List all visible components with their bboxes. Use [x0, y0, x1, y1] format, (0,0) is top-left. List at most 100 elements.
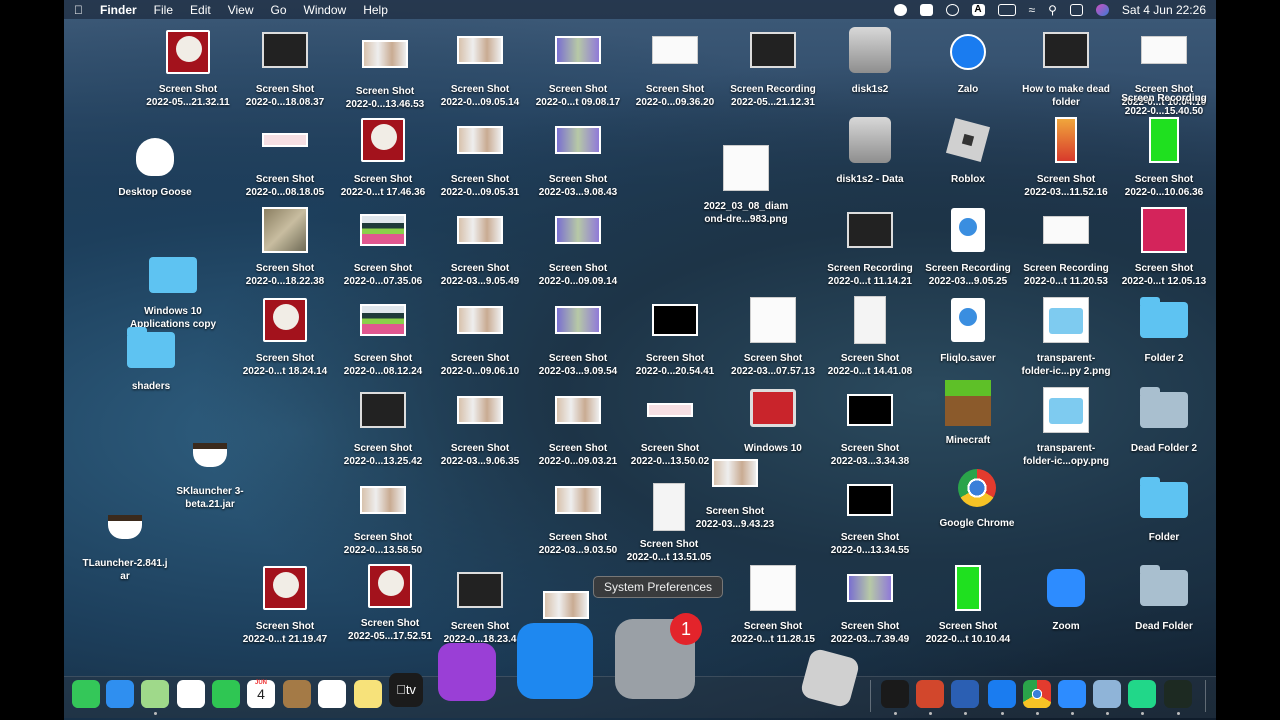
desktop-item-label[interactable]: shaders [95, 381, 207, 394]
red-thumbnail-icon[interactable] [166, 30, 210, 74]
desktop-item-label[interactable]: Screen Shot 2022-03...9.06.35 [424, 443, 536, 468]
desktop-item-label[interactable]: Screen Shot 2022-0...09.36.20 [619, 84, 731, 109]
desktop-item-label[interactable]: Screen Recording 2022-05...21.12.31 [717, 84, 829, 109]
purple-thumbnail-icon[interactable] [555, 216, 601, 244]
desktop-item-label[interactable]: Screen Shot 2022-0...09.05.31 [424, 174, 536, 199]
tall-thumbnail-icon[interactable] [653, 483, 685, 531]
greenF-thumbnail-icon[interactable] [1149, 117, 1179, 163]
desktop-item-label[interactable]: Folder [1108, 532, 1220, 545]
menu-go[interactable]: Go [271, 3, 287, 17]
desktop-item-label[interactable]: Screen Shot 2022-0...t 17.46.36 [327, 174, 439, 199]
desktop-item-label[interactable]: Screen Shot 2022-0...t 10.10.44 [912, 621, 1024, 646]
desktop-item-label[interactable]: Screen Shot 2022-0...20.54.41 [619, 353, 731, 378]
dock-pycharm-icon[interactable] [1128, 680, 1156, 708]
hdd-thumbnail-icon[interactable] [849, 27, 891, 73]
desktop-item-label[interactable]: Screen Shot 2022-0...13.25.42 [327, 443, 439, 468]
kids-thumbnail-icon[interactable] [555, 486, 601, 514]
kids-thumbnail-icon[interactable] [457, 36, 503, 64]
chrome-thumbnail-icon[interactable] [958, 469, 996, 507]
black-thumbnail-icon[interactable] [652, 304, 698, 336]
dock-photos-icon[interactable] [177, 680, 205, 708]
desktop-item-label[interactable]: Roblox [912, 174, 1024, 187]
desktop-item-label[interactable]: Dead Folder 2 [1108, 443, 1220, 456]
desktop-item-label[interactable]: Screen Shot 2022-05...21.32.11 [132, 84, 244, 109]
dock-apple-tv-icon[interactable]: tv [389, 673, 423, 707]
facetime-icon[interactable] [919, 3, 933, 16]
kids-thumbnail-icon[interactable] [712, 459, 758, 487]
menu-finder[interactable]: Finder [100, 3, 137, 17]
desktop-item-label[interactable]: Screen Shot 2022-03...9.43.23 [679, 506, 791, 531]
desktop-item-label[interactable]: Screen Shot 2022-0...09.05.14 [424, 84, 536, 109]
desktop-item-label[interactable]: Screen Shot 2022-03...07.57.13 [717, 353, 829, 378]
input-source-icon[interactable]: A [971, 3, 985, 16]
white-thumbnail-icon[interactable] [652, 36, 698, 64]
tfolder-thumbnail-icon[interactable] [1043, 297, 1089, 343]
desktop-item-label[interactable]: Screen Shot 2022-0...13.58.50 [327, 532, 439, 557]
parallels-thumbnail-icon[interactable] [750, 389, 796, 427]
desktop-item-label[interactable]: Screen Shot 2022-0...18.08.37 [229, 84, 341, 109]
apple-menu-icon[interactable]:  [74, 3, 83, 17]
dock-facetime-icon[interactable] [212, 680, 240, 708]
folder-thumbnail-icon[interactable] [1140, 477, 1188, 518]
red-thumbnail-icon[interactable] [361, 118, 405, 162]
desktop-item-label[interactable]: disk1s2 - Data [814, 174, 926, 187]
search-icon[interactable]: ⚲ [1048, 3, 1057, 17]
purple-thumbnail-icon[interactable] [555, 126, 601, 154]
red-thumbnail-icon[interactable] [263, 566, 307, 610]
desktop-item-label[interactable]: 2022_03_08_diam ond-dre...983.png [690, 201, 802, 226]
desktop-item-label[interactable]: Screen Shot 2022-03...7.39.49 [814, 621, 926, 646]
desktop-item-label[interactable]: Screen Shot 2022-0...t 21.19.47 [229, 621, 341, 646]
clock[interactable]: Sat 4 Jun 22:26 [1122, 3, 1206, 17]
kids-thumbnail-icon[interactable] [543, 591, 589, 619]
desktop-item-label[interactable]: Screen Shot 2022-03...9.08.43 [522, 174, 634, 199]
pinkgrid-thumbnail-icon[interactable] [1141, 207, 1187, 253]
desktop-item-label[interactable]: Screen Shot 2022-03...9.09.54 [522, 353, 634, 378]
desktop-item-label[interactable]: Screen Shot 2022-03...3.34.38 [814, 443, 926, 468]
desktop-item-label[interactable]: Screen Shot 2022-0...10.06.36 [1108, 174, 1220, 199]
control-center-icon[interactable] [1069, 3, 1083, 16]
desktop-item-label[interactable]: TLauncher-2.841.j ar [69, 558, 181, 583]
desktop-item-label[interactable]: Screen Recording 2022-0...t 11.20.53 [1010, 263, 1122, 288]
dock-messages-icon[interactable] [72, 680, 100, 708]
desktop-item-label[interactable]: How to make dead folder [1010, 84, 1122, 109]
red-thumbnail-icon[interactable] [368, 564, 412, 608]
desktop-item-label[interactable]: Screen Shot 2022-03...9.05.49 [424, 263, 536, 288]
tall-thumbnail-icon[interactable] [854, 296, 886, 344]
desktop-item-label[interactable]: Screen Shot 2022-0...09.06.10 [424, 353, 536, 378]
desktop-item-label[interactable]: Screen Shot 2022-0...t 09.08.17 [522, 84, 634, 109]
coffee-thumbnail-icon[interactable] [108, 515, 142, 539]
purple-thumbnail-icon[interactable] [847, 574, 893, 602]
desktop-item-label[interactable]: Screen Shot 2022-0...t 14.41.08 [814, 353, 926, 378]
desktop-item-label[interactable]: Minecraft [912, 435, 1024, 448]
gfolder-thumbnail-icon[interactable] [1140, 565, 1188, 606]
white-thumbnail-icon[interactable] [1043, 216, 1089, 244]
siri-icon[interactable] [1095, 3, 1109, 16]
zalo-thumbnail-icon[interactable] [950, 34, 986, 70]
desktop-item-label[interactable]: Screen Shot 2022-0...t 12.05.13 [1108, 263, 1220, 288]
dock-word-icon[interactable] [951, 680, 979, 708]
field-thumbnail-icon[interactable] [360, 214, 406, 246]
dock-powerpoint-icon[interactable] [916, 680, 944, 708]
desktop-item-label[interactable]: disk1s2 [814, 84, 926, 97]
mov-thumbnail-icon[interactable] [951, 298, 985, 342]
desktop-item-label[interactable]: Screen Recording 2022-0...15.40.50 [1108, 93, 1220, 118]
purple-thumbnail-icon[interactable] [555, 36, 601, 64]
green-thumbnail-icon[interactable] [955, 565, 981, 611]
dock-contacts-icon[interactable] [283, 680, 311, 708]
desktop-item-label[interactable]: Screen Shot 2022-0...09.09.14 [522, 263, 634, 288]
menu-help[interactable]: Help [363, 3, 388, 17]
desktop-item-label[interactable]: Desktop Goose [99, 187, 211, 200]
desktop-item-label[interactable]: Screen Shot 2022-0...t 13.51.05 [613, 539, 725, 564]
kids-thumbnail-icon[interactable] [457, 396, 503, 424]
desktop-item-label[interactable]: Screen Shot 2022-0...18.22.38 [229, 263, 341, 288]
desktop-item-label[interactable]: Screen Shot 2022-0...t 18.24.14 [229, 353, 341, 378]
desktop-item-label[interactable]: Screen Shot 2022-03...11.52.16 [1010, 174, 1122, 199]
dock-preview-icon[interactable] [1093, 680, 1121, 708]
dock-chrome-icon[interactable] [1023, 680, 1051, 708]
dock-notes-icon[interactable] [354, 680, 382, 708]
purple-thumbnail-icon[interactable] [555, 306, 601, 334]
mind-thumbnail-icon[interactable] [723, 145, 769, 191]
kids-thumbnail-icon[interactable] [457, 126, 503, 154]
black-thumbnail-icon[interactable] [847, 484, 893, 516]
goose-thumbnail-icon[interactable] [136, 138, 174, 176]
